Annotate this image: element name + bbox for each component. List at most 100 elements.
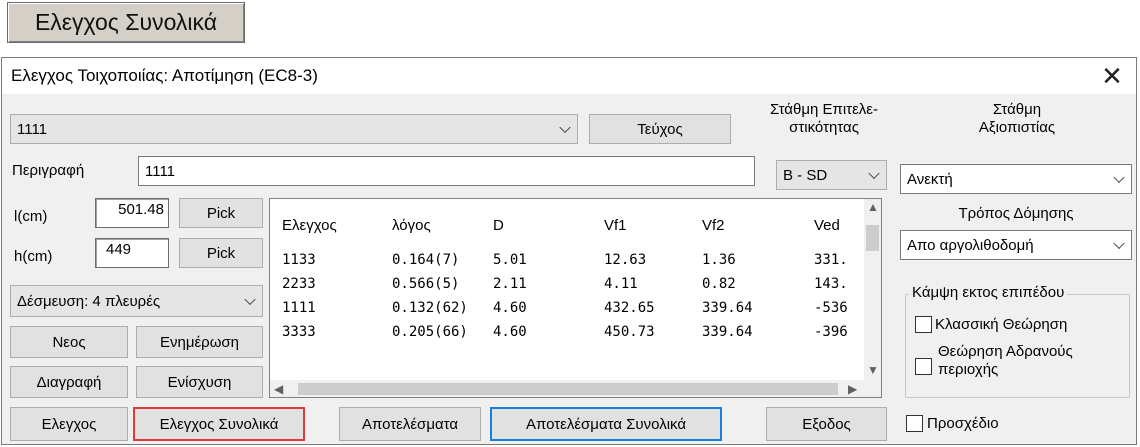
scroll-down-icon[interactable]: ▼ [867,363,879,377]
teuxos-button[interactable]: Τεύχος [589,114,731,144]
cell-vf2: 0.82 [702,276,736,292]
new-button[interactable]: Νεος [10,326,128,358]
table-row[interactable]: 1133 0.164(7) 5.01 12.63 1.36 331. [270,252,864,276]
column-header-ved[interactable]: Ved [814,217,840,234]
restraint-select[interactable]: Δέσμευση: 4 πλευρές [10,285,263,317]
cell-d: 5.01 [493,252,527,268]
column-header-vf1[interactable]: Vf1 [604,217,627,234]
scroll-left-icon[interactable]: ◀ [274,382,283,396]
table-row[interactable]: 1111 0.132(62) 4.60 432.65 339.64 -536 [270,300,864,324]
construction-label: Τρόπος Δόμησης [958,205,1074,222]
dialog-title: Ελεγχος Τοιχοποιίας: Αποτίμηση (EC8-3) [11,66,318,85]
cell-check: 3333 [282,324,316,340]
cell-vf1: 432.65 [604,300,655,316]
cell-d: 2.11 [493,276,527,292]
description-input[interactable]: 1111 [138,156,755,186]
exit-button[interactable]: Εξοδος [766,407,887,441]
results-table[interactable]: Ελεγχος λόγος D Vf1 Vf2 Ved 1133 0.164(7… [269,198,882,398]
reliability-level-label-line1: Στάθμη [992,101,1042,118]
length-value: 501.48 [118,201,164,218]
cell-d: 4.60 [493,300,527,316]
column-header-d[interactable]: D [493,217,504,234]
horizontal-scrollbar-thumb[interactable] [298,383,838,395]
height-label: h(cm) [14,248,53,265]
cell-ratio: 0.132(62) [392,300,468,316]
cell-vf1: 12.63 [604,252,647,268]
cell-check: 1133 [282,252,316,268]
performance-level-select[interactable]: B - SD [776,160,887,190]
cell-vf2: 1.36 [702,252,736,268]
chevron-down-icon [559,121,571,134]
length-label: l(cm) [14,208,48,225]
reliability-level-label: Στάθμη Αξιοπιστίας [902,101,1132,137]
reliability-level-select[interactable]: Ανεκτή [900,164,1132,194]
classic-approach-checkbox[interactable] [915,316,932,333]
length-pick-button[interactable]: Pick [179,198,263,228]
cell-ved: -396 [814,324,848,340]
description-value: 1111 [145,162,176,180]
scrollbar-corner [864,380,881,397]
height-input[interactable]: 449 [95,238,169,268]
cell-ved: -536 [814,300,848,316]
height-pick-button[interactable]: Pick [179,238,263,268]
wall-check-dialog: Ελεγχος Τοιχοποιίας: Αποτίμηση (EC8-3) ✕… [1,57,1137,445]
check-total-top-button[interactable]: Ελεγχος Συνολικά [7,2,245,43]
close-icon[interactable]: ✕ [1098,62,1126,90]
cell-vf1: 450.73 [604,324,655,340]
length-input[interactable]: 501.48 [95,198,169,228]
draft-label: Προσχέδιο [927,415,999,432]
table-header: Ελεγχος λόγος D Vf1 Vf2 Ved [270,217,864,241]
out-of-plane-title: Κάμψη εκτος επιπέδου [909,284,1068,301]
reliability-level-label-line2: Αξιοπιστίας [978,119,1056,136]
update-button[interactable]: Ενημέρωση [136,326,263,358]
column-header-check[interactable]: Ελεγχος [282,217,337,234]
inert-zone-label-line2: περιοχής [938,361,999,378]
construction-value: Απο αργολιθοδομή [907,236,1034,254]
cell-ratio: 0.566(5) [392,276,460,292]
column-header-vf2[interactable]: Vf2 [702,217,725,234]
check-total-button[interactable]: Ελεγχος Συνολικά [133,407,305,441]
cell-vf2: 339.64 [702,300,753,316]
chevron-down-icon [1113,171,1125,184]
cell-ved: 331. [814,252,848,268]
performance-level-label-line1: Στάθμη Επιτελε- [770,101,878,118]
chevron-down-icon [1113,237,1125,250]
dialog-titlebar: Ελεγχος Τοιχοποιίας: Αποτίμηση (EC8-3) [2,58,1136,94]
check-button[interactable]: Ελεγχος [10,407,128,441]
scroll-right-icon[interactable]: ▶ [848,382,857,396]
cell-check: 2233 [282,276,316,292]
draft-checkbox[interactable] [906,415,923,432]
column-header-ratio[interactable]: λόγος [392,217,431,234]
chevron-down-icon [244,293,256,306]
performance-level-label: Στάθμη Επιτελε- στικότητας [750,101,898,137]
delete-button[interactable]: Διαγραφή [10,366,128,398]
wall-select-value: 1111 [17,120,48,138]
cell-vf2: 339.64 [702,324,753,340]
results-button[interactable]: Αποτελέσματα [339,407,481,441]
performance-level-value: B - SD [783,166,828,184]
inert-zone-checkbox[interactable] [915,358,932,375]
scroll-up-icon[interactable]: ▲ [867,200,879,214]
inert-zone-label-line1: Θεώρηση Αδρανούς [938,343,1073,360]
reliability-level-value: Ανεκτή [907,170,953,188]
cell-vf1: 4.11 [604,276,638,292]
table-row[interactable]: 3333 0.205(66) 4.60 450.73 339.64 -396 [270,324,864,348]
cell-ratio: 0.164(7) [392,252,460,268]
wall-select[interactable]: 1111 [10,114,578,144]
description-label: Περιγραφή [12,162,85,179]
cell-d: 4.60 [493,324,527,340]
strengthen-button[interactable]: Ενίσχυση [136,366,263,398]
construction-select[interactable]: Απο αργολιθοδομή [900,230,1132,260]
classic-approach-label: Κλασσική Θεώρηση [935,316,1068,333]
performance-level-label-line2: στικότητας [789,119,859,136]
cell-ved: 143. [814,276,848,292]
inert-zone-label: Θεώρηση Αδρανούς περιοχής [938,343,1073,379]
restraint-value: Δέσμευση: 4 πλευρές [17,292,161,310]
height-value: 449 [106,241,132,258]
cell-ratio: 0.205(66) [392,324,468,340]
chevron-down-icon [868,167,880,180]
table-row[interactable]: 2233 0.566(5) 2.11 4.11 0.82 143. [270,276,864,300]
cell-check: 1111 [282,300,316,316]
results-total-button[interactable]: Αποτελέσματα Συνολικά [490,407,722,441]
vertical-scrollbar-thumb[interactable] [866,225,879,251]
